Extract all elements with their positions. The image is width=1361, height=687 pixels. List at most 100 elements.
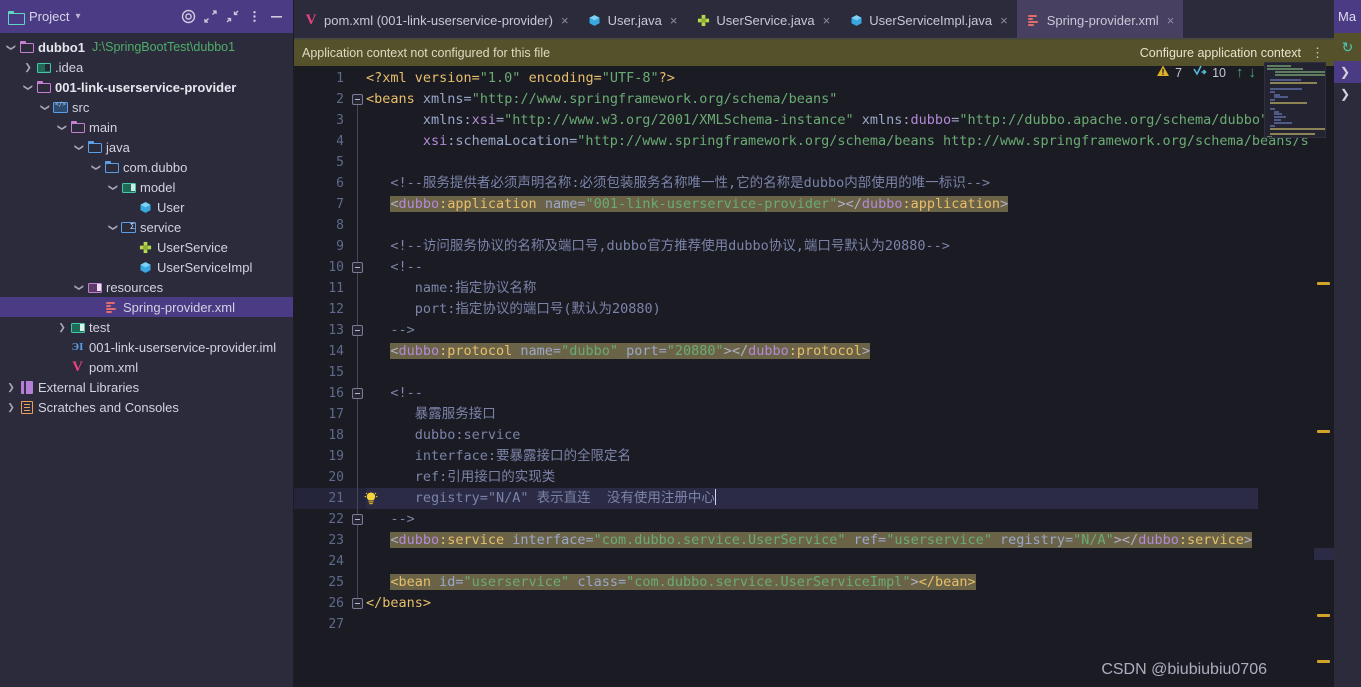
editor-tab-userserviceimpl-java[interactable]: UserServiceImpl.java × [839, 0, 1016, 40]
editor-tab-spring-provider-xml[interactable]: Spring-provider.xml × [1016, 0, 1184, 40]
intention-bulb-icon[interactable] [362, 488, 380, 509]
tree-item-main[interactable]: ❯ main [0, 117, 293, 137]
tree-item-model[interactable]: ❯ model [0, 177, 293, 197]
tree-item-scratches-and-consoles[interactable]: ❯ Scratches and Consoles [0, 397, 293, 417]
chevron-down-icon[interactable]: ❯ [23, 80, 34, 94]
code-line[interactable]: --> [366, 320, 414, 341]
code-line[interactable]: ref:引用接口的实现类 [366, 467, 556, 488]
fold-toggle-icon[interactable] [352, 325, 363, 336]
fold-toggle-icon[interactable] [352, 388, 363, 399]
code-line[interactable]: xmlns:xsi="http://www.w3.org/2001/XMLSch… [366, 110, 1268, 131]
refresh-icon[interactable]: ↻ [1334, 33, 1361, 61]
code-line[interactable]: 暴露服务接口 [366, 404, 496, 425]
error-stripe-marker[interactable] [1317, 430, 1330, 433]
code-line[interactable]: <!-- [366, 257, 423, 278]
tree-item-service[interactable]: ❯ service [0, 217, 293, 237]
code-line[interactable]: dubbo:service [366, 425, 521, 446]
chevron-right-icon[interactable]: ❯ [21, 62, 35, 73]
inspections-widget[interactable]: 7 10 ↑ ↓ [1156, 64, 1256, 81]
locate-target-icon[interactable] [177, 6, 199, 28]
code-token: "20880" [666, 343, 724, 359]
chevron-down-icon[interactable]: ❯ [108, 220, 119, 234]
tab-close-icon[interactable]: × [670, 13, 678, 28]
code-line[interactable]: registry="N/A" 表示直连 没有使用注册中心 [366, 488, 716, 509]
chevron-down-icon[interactable]: ❯ [74, 140, 85, 154]
tab-close-icon[interactable]: × [823, 13, 831, 28]
code-line[interactable]: interface:要暴露接口的全限定名 [366, 446, 631, 467]
code-line[interactable]: <dubbo:protocol name="dubbo" port="20880… [366, 341, 871, 362]
chevron-down-icon[interactable]: ❯ [6, 40, 17, 54]
editor-tab-bar[interactable]: Vpom.xml (001-link-userservice-provider)… [294, 0, 1334, 40]
tree-item-pom-xml[interactable]: Vpom.xml [0, 357, 293, 377]
next-problem-icon[interactable]: ↓ [1249, 64, 1257, 81]
tree-item-userserviceimpl[interactable]: UserServiceImpl [0, 257, 293, 277]
editor-tab-userservice-java[interactable]: UserService.java × [686, 0, 839, 40]
collapse-all-icon[interactable] [221, 6, 243, 28]
fold-toggle-icon[interactable] [352, 514, 363, 525]
expand-all-icon[interactable] [199, 6, 221, 28]
code-line[interactable]: <dubbo:service interface="com.dubbo.serv… [366, 530, 1252, 551]
code-line[interactable]: <!--服务提供者必须声明名称:必须包装服务名称唯一性,它的名称是dubbo内部… [366, 173, 990, 194]
tree-item-001-link-userservice-provider[interactable]: ❯ 001-link-userservice-provider [0, 77, 293, 97]
tab-close-icon[interactable]: × [561, 13, 569, 28]
code-minimap[interactable] [1264, 62, 1326, 138]
tree-item-resources[interactable]: ❯ resources [0, 277, 293, 297]
chevron-right-icon[interactable]: ❯ [4, 382, 18, 393]
code-line[interactable]: <!--访问服务协议的名称及端口号,dubbo官方推荐使用dubbo协议,端口号… [366, 236, 950, 257]
chevron-right-icon[interactable]: ❯ [55, 322, 69, 333]
hide-panel-icon[interactable] [265, 6, 287, 28]
code-line[interactable]: port:指定协议的端口号(默认为20880) [366, 299, 661, 320]
tree-item-userservice[interactable]: UserService [0, 237, 293, 257]
code-line[interactable]: <beans xmlns="http://www.springframework… [366, 89, 837, 110]
error-stripe-markers[interactable] [1314, 128, 1334, 687]
tree-item-spring-provider-xml[interactable]: Spring-provider.xml [0, 297, 293, 317]
tree-item-java[interactable]: ❯ java [0, 137, 293, 157]
chevron-down-icon[interactable]: ❯ [57, 120, 68, 134]
tree-item-com-dubbo[interactable]: ❯ com.dubbo [0, 157, 293, 177]
chevron-down-icon[interactable]: ❯ [40, 100, 51, 114]
maven-tool-window-label[interactable]: Ma [1334, 0, 1361, 33]
editor-tab-pom-xml-001-link-userservice-provider-[interactable]: Vpom.xml (001-link-userservice-provider)… [294, 0, 578, 40]
chevron-down-icon[interactable]: ▾ [75, 11, 80, 22]
tree-item-user[interactable]: User [0, 197, 293, 217]
editor-tab-user-java[interactable]: User.java × [578, 0, 687, 40]
error-stripe-marker[interactable] [1317, 660, 1330, 663]
chevron-down-icon[interactable]: ❯ [74, 280, 85, 294]
code-line[interactable]: --> [366, 509, 414, 530]
chevron-down-icon[interactable]: ❯ [108, 180, 119, 194]
code-content[interactable]: <?xml version="1.0" encoding="UTF-8"?> <b… [366, 66, 1334, 687]
fold-toggle-icon[interactable] [352, 262, 363, 273]
code-editor[interactable]: 1 2 3 4 5 6 7 8 9 10 11 12 13 14 15 16 17 18 19 20 21 22 23 24 2… [294, 66, 1334, 687]
notification-menu-icon[interactable]: ⋮ [1301, 45, 1328, 61]
code-folding-column[interactable] [350, 66, 366, 687]
code-line[interactable]: <?xml version="1.0" encoding="UTF-8"?> [366, 68, 675, 89]
caret-position-stripe-marker[interactable] [1314, 548, 1334, 560]
project-title-group[interactable]: Project ▾ [8, 9, 81, 25]
code-line[interactable]: <bean id="userservice" class="com.dubbo.… [366, 572, 976, 593]
tree-item-001-link-userservice-provider-iml[interactable]: ЭI 001-link-userservice-provider.iml [0, 337, 293, 357]
fold-toggle-icon[interactable] [352, 94, 363, 105]
project-tree[interactable]: ❯ dubbo1 J:\SpringBootTest\dubbo1 ❯ .idea ❯ 00… [0, 33, 293, 417]
tree-item-dubbo1[interactable]: ❯ dubbo1 J:\SpringBootTest\dubbo1 [0, 37, 293, 57]
tree-item-src[interactable]: ❯ src [0, 97, 293, 117]
previous-problem-icon[interactable]: ↑ [1236, 64, 1244, 81]
code-line[interactable]: <dubbo:application name="001-link-userse… [366, 194, 1009, 215]
code-line[interactable]: xsi:schemaLocation="http://www.springfra… [366, 131, 1309, 152]
chevron-down-icon[interactable]: ❯ [91, 160, 102, 174]
error-stripe-marker[interactable] [1317, 282, 1330, 285]
expand-right-panel-button-2[interactable]: ❯ [1334, 83, 1361, 105]
tab-close-icon[interactable]: × [1167, 13, 1175, 28]
tree-item-test[interactable]: ❯ test [0, 317, 293, 337]
expand-right-panel-button[interactable]: ❯ [1334, 61, 1361, 83]
fold-toggle-icon[interactable] [352, 598, 363, 609]
code-line[interactable]: </beans> [366, 593, 431, 614]
code-line[interactable]: name:指定协议名称 [366, 278, 537, 299]
error-stripe-marker[interactable] [1317, 614, 1330, 617]
chevron-right-icon[interactable]: ❯ [4, 402, 18, 413]
tree-item--idea[interactable]: ❯ .idea [0, 57, 293, 77]
configure-application-context-link[interactable]: Configure application context [1140, 46, 1301, 60]
tree-item-external-libraries[interactable]: ❯ External Libraries [0, 377, 293, 397]
options-menu-icon[interactable] [243, 6, 265, 28]
tab-close-icon[interactable]: × [1000, 13, 1008, 28]
code-line[interactable]: <!-- [366, 383, 423, 404]
